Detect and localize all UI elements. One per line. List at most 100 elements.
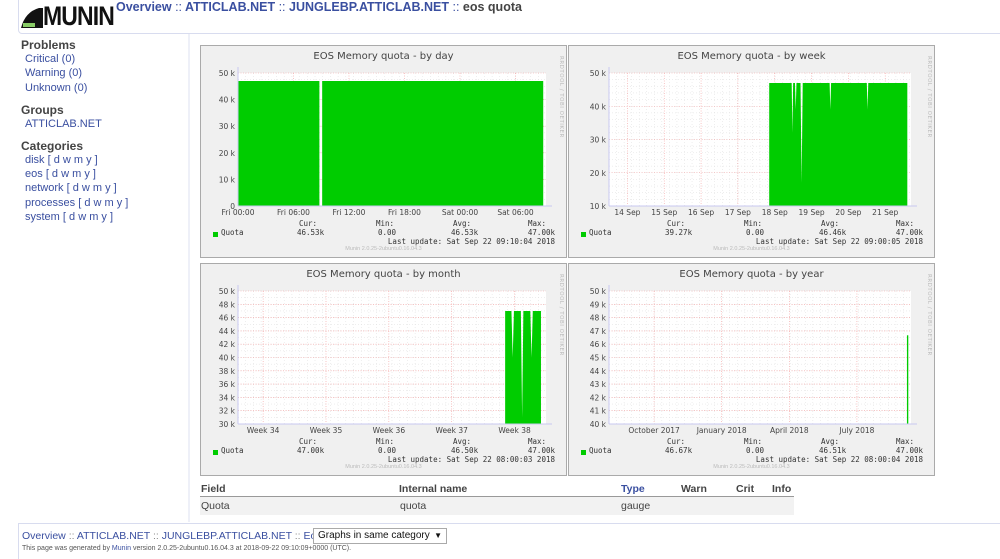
x-tick-label: Sat 06:00 — [497, 208, 534, 217]
x-tick-label: Sat 00:00 — [442, 208, 479, 217]
y-tick-label: 36 k — [219, 380, 236, 389]
x-tick-label: Week 37 — [435, 426, 468, 435]
y-tick-label: 20 k — [219, 149, 236, 158]
y-tick-label: 50 k — [219, 69, 236, 78]
sidebar: Problems Critical (0) Warning (0) Unknow… — [0, 34, 190, 522]
y-tick-label: 10 k — [219, 175, 236, 184]
min-label: Min: — [376, 437, 395, 446]
x-tick-label: Fri 18:00 — [388, 208, 421, 217]
legend-swatch — [581, 450, 586, 455]
last-update: Last update: Sat Sep 22 08:00:03 2018 — [387, 455, 555, 464]
x-tick-label: 17 Sep — [725, 208, 751, 217]
x-tick-label: 20 Sep — [835, 208, 861, 217]
max-label: Max: — [528, 437, 547, 446]
cur-value: 46.53k — [297, 228, 325, 237]
graphs-category-select[interactable]: Graphs in same category ▼ — [313, 528, 447, 544]
rrdtool-watermark: RRDTOOL / TOBI OETIKER — [558, 274, 564, 356]
groups-heading: Groups — [21, 103, 64, 117]
max-value: 47.00k — [527, 446, 555, 455]
cell-field: Quota — [201, 500, 230, 512]
avg-label: Avg: — [453, 219, 472, 228]
legend-series-name: Quota — [589, 228, 612, 237]
group-link-atticlab[interactable]: ATTICLAB.NET — [25, 118, 102, 130]
problems-warning-link[interactable]: Warning (0) — [25, 67, 82, 79]
y-tick-label: 40 k — [590, 102, 607, 111]
breadcrumb-group[interactable]: ATTICLAB.NET — [185, 0, 275, 14]
select-value: Graphs in same category — [318, 530, 430, 541]
y-tick-label: 47 k — [590, 327, 607, 336]
graph-year[interactable]: 40 k 41 k 42 k 43 k 44 k 45 k 46 k 47 k 48 k 49 k… — [568, 263, 935, 476]
graph-title: EOS Memory quota - by month — [306, 269, 461, 280]
munin-version: Munin 2.0.25-2ubuntu0.16.04.3 — [713, 464, 790, 470]
y-tick-label: 30 k — [219, 122, 236, 131]
footer-crumb-host[interactable]: JUNGLEBP.ATTICLAB.NET — [162, 530, 292, 542]
y-tick-label: 40 k — [219, 96, 236, 105]
graph-week[interactable]: 10 k 20 k 30 k 40 k 50 k 14 Sep 15 Sep 16 Sep 17… — [568, 45, 935, 258]
x-tick-label: 14 Sep — [614, 208, 640, 217]
last-update: Last update: Sat Sep 22 09:10:04 2018 — [387, 237, 555, 246]
category-system: system [ d w m y ] — [25, 211, 113, 223]
y-tick-label: 44 k — [590, 367, 607, 376]
generated-suffix: version 2.0.25-2ubuntu0.16.04.3 at 2018-… — [132, 545, 352, 552]
x-tick-label: Week 34 — [247, 426, 280, 435]
category-link[interactable]: network — [25, 182, 64, 194]
col-internal-name: Internal name — [399, 483, 468, 495]
min-label: Min: — [376, 219, 395, 228]
category-link[interactable]: processes — [25, 197, 75, 209]
footer-crumb-overview[interactable]: Overview — [22, 530, 66, 542]
y-tick-label: 46 k — [219, 314, 236, 323]
category-disk: disk [ d w m y ] — [25, 154, 98, 166]
avg-value: 46.46k — [819, 228, 847, 237]
breadcrumb-sep: :: — [452, 0, 460, 14]
col-crit: Crit — [736, 483, 755, 495]
breadcrumb-sep: :: — [278, 0, 286, 14]
footer-breadcrumb: Overview :: ATTICLAB.NET :: JUNGLEBP.ATT… — [22, 530, 330, 542]
min-label: Min: — [744, 219, 763, 228]
breadcrumb-overview[interactable]: Overview — [116, 0, 172, 14]
series-area-quota — [322, 80, 544, 206]
category-period-links[interactable]: [ d w m y ] — [67, 182, 117, 194]
cur-label: Cur: — [299, 437, 318, 446]
cur-value: 39.27k — [665, 228, 693, 237]
category-period-links[interactable]: [ d w m y ] — [48, 154, 98, 166]
breadcrumb-sep: :: — [294, 530, 301, 542]
category-period-links[interactable]: [ d w m y ] — [46, 168, 96, 180]
last-update: Last update: Sat Sep 22 08:00:04 2018 — [755, 455, 923, 464]
last-update: Last update: Sat Sep 22 09:00:05 2018 — [755, 237, 923, 246]
graph-month[interactable]: 30 k 32 k 34 k 36 k 38 k 40 k 42 k 44 k 46 k 48 k… — [200, 263, 567, 476]
max-label: Max: — [528, 219, 547, 228]
category-period-links[interactable]: [ d w m y ] — [63, 211, 113, 223]
problems-heading: Problems — [21, 38, 76, 52]
breadcrumb-sep: :: — [152, 530, 159, 542]
breadcrumb: Overview :: ATTICLAB.NET :: JUNGLEBP.ATT… — [116, 0, 522, 14]
avg-value: 46.53k — [451, 228, 479, 237]
category-network: network [ d w m y ] — [25, 182, 117, 194]
y-tick-label: 43 k — [590, 380, 607, 389]
breadcrumb-host[interactable]: JUNGLEBP.ATTICLAB.NET — [289, 0, 449, 14]
problems-unknown-link[interactable]: Unknown (0) — [25, 82, 87, 94]
munin-version: Munin 2.0.25-2ubuntu0.16.04.3 — [345, 464, 422, 470]
cur-label: Cur: — [667, 219, 686, 228]
category-link[interactable]: eos — [25, 168, 43, 180]
y-tick-label: 41 k — [590, 407, 607, 416]
footer-crumb-group[interactable]: ATTICLAB.NET — [77, 530, 150, 542]
x-tick-label: 15 Sep — [651, 208, 677, 217]
min-value: 0.00 — [746, 228, 765, 237]
graph-day[interactable]: 0 10 k 20 k 30 k 40 k 50 k Fri 00:00 Fri 06:00 F… — [200, 45, 567, 258]
problems-critical-link[interactable]: Critical (0) — [25, 53, 75, 65]
min-value: 0.00 — [378, 446, 397, 455]
category-link[interactable]: disk — [25, 154, 45, 166]
munin-logo[interactable]: MUNIN — [21, 1, 117, 31]
max-value: 47.00k — [527, 228, 555, 237]
munin-link[interactable]: Munin — [112, 545, 131, 552]
y-tick-label: 30 k — [590, 136, 607, 145]
avg-label: Avg: — [821, 219, 840, 228]
col-type[interactable]: Type — [621, 483, 645, 495]
category-link[interactable]: system — [25, 211, 60, 223]
y-tick-label: 42 k — [219, 340, 236, 349]
category-period-links[interactable]: [ d w m y ] — [78, 197, 128, 209]
avg-value: 46.51k — [819, 446, 847, 455]
generated-note: This page was generated by Munin version… — [22, 545, 351, 552]
cur-value: 47.00k — [297, 446, 325, 455]
rrdtool-watermark: RRDTOOL / TOBI OETIKER — [926, 274, 932, 356]
